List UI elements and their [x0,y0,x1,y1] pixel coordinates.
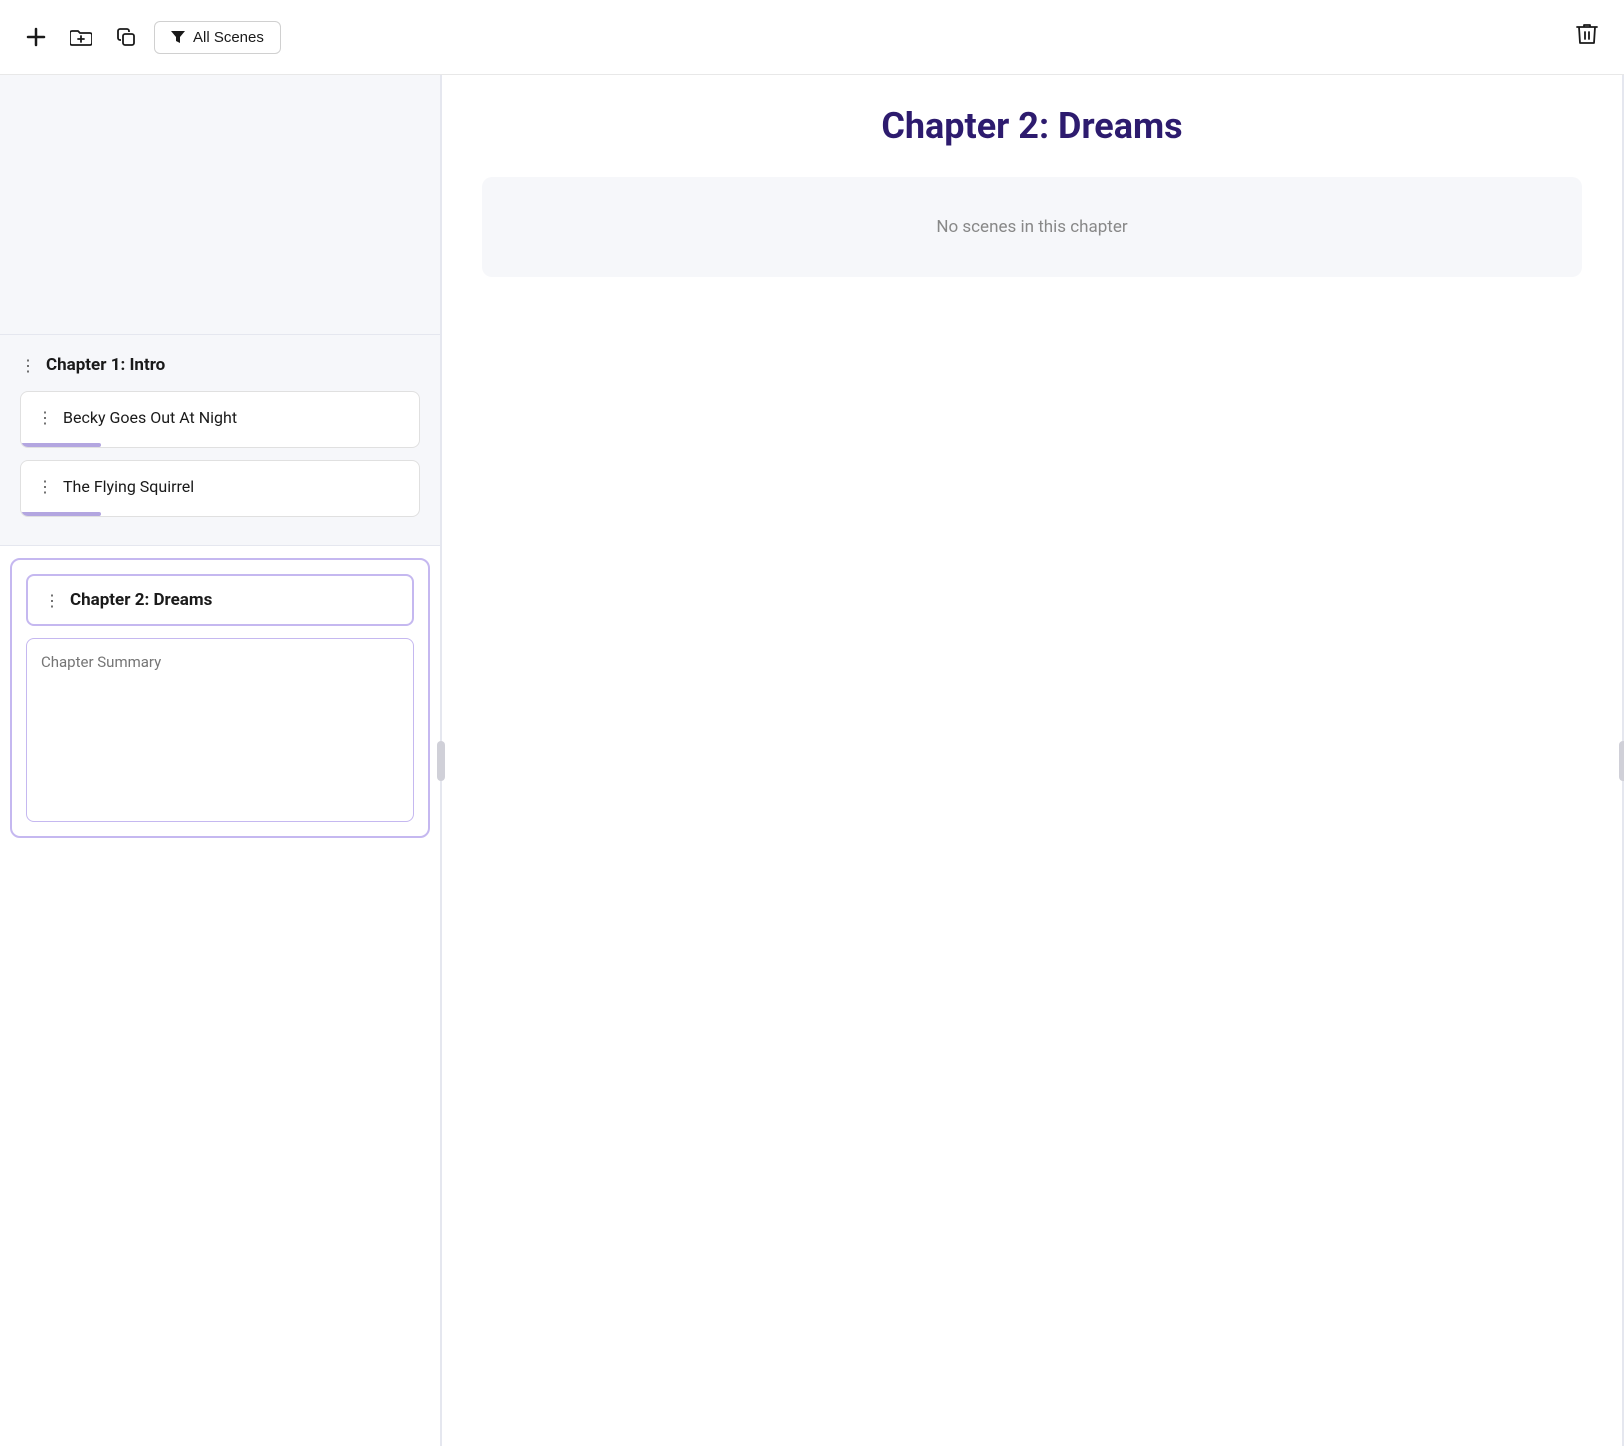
chapter-2-summary-area [26,638,414,822]
chapter-1-drag-handle-icon[interactable]: ⋮ [20,356,36,375]
app-container: All Scenes ⋮ Chapter 1: Intro [0,0,1624,1446]
chapter-placeholder-area [0,75,440,335]
filter-button[interactable]: All Scenes [154,21,281,54]
copy-button[interactable] [110,21,142,53]
scene-card-squirrel-inner: ⋮ The Flying Squirrel [21,461,419,516]
chapter-1-header: ⋮ Chapter 1: Intro [20,355,420,375]
right-panel: Chapter 2: Dreams No scenes in this chap… [442,75,1622,1446]
add-folder-button[interactable] [64,21,98,53]
scene-becky-drag-icon[interactable]: ⋮ [37,408,53,427]
scene-squirrel-title: The Flying Squirrel [63,477,194,496]
chapter-2-section: ⋮ Chapter 2: Dreams [10,558,430,838]
chapter-2-title: Chapter 2: Dreams [70,590,212,610]
scene-squirrel-accent [21,512,101,516]
chapter-1-section: ⋮ Chapter 1: Intro ⋮ Becky Goes Out At N… [0,335,440,546]
add-button[interactable] [20,21,52,53]
left-panel: ⋮ Chapter 1: Intro ⋮ Becky Goes Out At N… [0,75,440,1446]
chapter-2-drag-icon[interactable]: ⋮ [44,591,60,610]
no-scenes-text: No scenes in this chapter [936,217,1127,237]
filter-label: All Scenes [193,29,264,46]
left-panel-divider[interactable] [440,75,442,1446]
chapter-2-header-card[interactable]: ⋮ Chapter 2: Dreams [26,574,414,626]
scene-becky-title: Becky Goes Out At Night [63,408,237,427]
scene-becky-accent [21,443,101,447]
delete-button[interactable] [1570,16,1604,58]
scene-card-squirrel[interactable]: ⋮ The Flying Squirrel [20,460,420,517]
chapter-main-title: Chapter 2: Dreams [482,105,1582,147]
scene-squirrel-drag-icon[interactable]: ⋮ [37,477,53,496]
main-content: ⋮ Chapter 1: Intro ⋮ Becky Goes Out At N… [0,75,1624,1446]
toolbar: All Scenes [0,0,1624,75]
chapter-2-container: ⋮ Chapter 2: Dreams [0,546,440,854]
chapter-1-title: Chapter 1: Intro [46,355,165,375]
scene-card-becky[interactable]: ⋮ Becky Goes Out At Night [20,391,420,448]
scene-card-becky-inner: ⋮ Becky Goes Out At Night [21,392,419,447]
no-scenes-card: No scenes in this chapter [482,177,1582,277]
chapter-summary-input[interactable] [41,653,399,803]
